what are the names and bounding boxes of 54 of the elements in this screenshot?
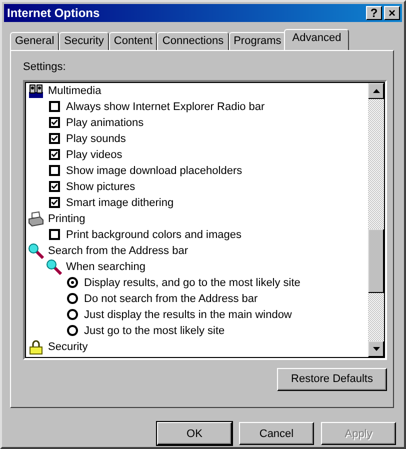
checkbox[interactable] [49,149,60,160]
checkbox-label: Smart image dithering [66,196,174,209]
printer-icon [28,210,44,227]
scroll-thumb[interactable] [368,228,384,293]
radio-label: Do not search from the Address bar [84,292,258,305]
checkbox[interactable] [49,165,60,176]
checkbox[interactable] [49,229,60,240]
tab[interactable]: Programs [228,32,286,50]
help-button[interactable]: ? [366,6,382,20]
radio-button[interactable] [67,309,78,320]
checkbox-label: Show pictures [66,180,136,193]
checkbox[interactable] [49,197,60,208]
group-label: When searching [66,260,146,273]
group-label: Printing [48,212,86,225]
lock-icon [28,338,44,355]
group-label: Search from the Address bar [48,244,188,257]
radio-button[interactable] [67,325,78,336]
group-label: Multimedia [48,84,102,97]
close-button[interactable]: × [384,6,400,20]
tab[interactable]: General [10,32,60,50]
down-arrow-icon [372,346,380,351]
checkbox-label: Print background colors and images [66,228,242,241]
checkbox-label: Play animations [66,116,144,129]
magnifier-icon [46,258,62,275]
scroll-up-button[interactable] [368,82,384,99]
restore-defaults-button[interactable]: Restore Defaults [277,368,387,391]
checkbox-label: Play sounds [66,132,126,145]
dialog-button[interactable]: Cancel [239,422,314,445]
radio-label: Display results, and go to the most likely site [84,276,300,289]
tab[interactable]: Content [108,32,158,50]
radio-button[interactable] [67,293,78,304]
tab[interactable]: Connections [157,32,229,50]
radio-label: Just display the results in the main window [84,308,292,321]
checkbox[interactable] [49,133,60,144]
scroll-down-button[interactable] [368,340,384,357]
settings-label: Settings: [23,60,67,75]
checkbox[interactable] [49,181,60,192]
scrollbar[interactable] [368,82,384,357]
radio-label: Just go to the most likely site [84,324,225,337]
magnifier-icon [28,242,44,259]
checkbox-label: Always show Internet Explorer Radio bar [66,100,265,113]
group-label: Security [48,340,88,353]
tab[interactable]: Security [59,32,109,50]
dialog-button[interactable]: OK [157,422,232,445]
tab[interactable]: Advanced [284,28,350,50]
up-arrow-icon [372,88,380,93]
checkbox-label: Show image download placeholders [66,164,242,177]
speaker-icon [28,82,44,99]
radio-button[interactable] [67,277,78,288]
settings-list[interactable] [23,80,387,360]
checkbox[interactable] [49,101,60,112]
checkbox[interactable] [49,117,60,128]
window-title: Internet Options [7,6,100,20]
checkbox-label: Play videos [66,148,122,161]
